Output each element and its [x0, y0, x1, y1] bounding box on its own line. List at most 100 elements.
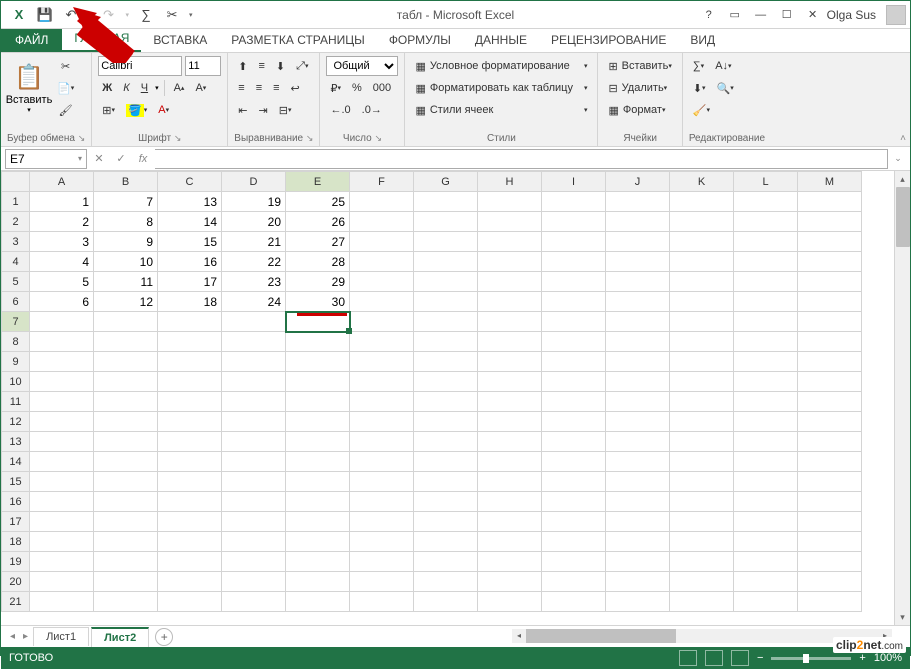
- autosum-button[interactable]: ∑ ▾: [689, 56, 708, 76]
- cell-G7[interactable]: [414, 312, 478, 332]
- col-header-H[interactable]: H: [478, 172, 542, 192]
- format-cells-button[interactable]: ▦ Формат ▾: [604, 100, 675, 120]
- cell-M6[interactable]: [798, 292, 862, 312]
- cell-F10[interactable]: [350, 372, 414, 392]
- cell-I21[interactable]: [542, 592, 606, 612]
- italic-button[interactable]: К: [119, 78, 133, 98]
- row-header-15[interactable]: 15: [2, 472, 30, 492]
- cell-H15[interactable]: [478, 472, 542, 492]
- cell-M7[interactable]: [798, 312, 862, 332]
- cell-I3[interactable]: [542, 232, 606, 252]
- number-launcher-icon[interactable]: ↘: [374, 133, 382, 143]
- cell-B4[interactable]: 10: [94, 252, 158, 272]
- scroll-up-icon[interactable]: ▴: [895, 171, 910, 187]
- row-header-10[interactable]: 10: [2, 372, 30, 392]
- cell-M12[interactable]: [798, 412, 862, 432]
- cell-E15[interactable]: [286, 472, 350, 492]
- cell-F4[interactable]: [350, 252, 414, 272]
- cell-F17[interactable]: [350, 512, 414, 532]
- cell-I4[interactable]: [542, 252, 606, 272]
- cell-I10[interactable]: [542, 372, 606, 392]
- cell-K4[interactable]: [670, 252, 734, 272]
- cell-E17[interactable]: [286, 512, 350, 532]
- cell-D20[interactable]: [222, 572, 286, 592]
- cell-L8[interactable]: [734, 332, 798, 352]
- col-header-A[interactable]: A: [30, 172, 94, 192]
- cell-K13[interactable]: [670, 432, 734, 452]
- cell-M18[interactable]: [798, 532, 862, 552]
- cell-styles-button[interactable]: ▦ Стили ячеек▾: [411, 100, 591, 120]
- cell-D18[interactable]: [222, 532, 286, 552]
- decrease-decimal-button[interactable]: .0→: [358, 100, 386, 120]
- align-middle-button[interactable]: ≡: [255, 56, 269, 76]
- tab-formulas[interactable]: ФОРМУЛЫ: [377, 28, 463, 52]
- row-header-1[interactable]: 1: [2, 192, 30, 212]
- cell-L13[interactable]: [734, 432, 798, 452]
- cell-C9[interactable]: [158, 352, 222, 372]
- user-name[interactable]: Olga Sus: [827, 8, 876, 22]
- increase-indent-button[interactable]: ⇥: [255, 100, 272, 120]
- user-avatar[interactable]: [886, 5, 906, 25]
- help-icon[interactable]: ?: [697, 5, 721, 25]
- cell-H10[interactable]: [478, 372, 542, 392]
- cell-C21[interactable]: [158, 592, 222, 612]
- cell-M4[interactable]: [798, 252, 862, 272]
- cut-button[interactable]: ✂: [53, 56, 78, 76]
- cell-B21[interactable]: [94, 592, 158, 612]
- minimize-icon[interactable]: —: [749, 5, 773, 25]
- row-header-7[interactable]: 7: [2, 312, 30, 332]
- cell-L1[interactable]: [734, 192, 798, 212]
- redo-dropdown-icon[interactable]: ▾: [123, 11, 133, 19]
- cell-C17[interactable]: [158, 512, 222, 532]
- cell-H6[interactable]: [478, 292, 542, 312]
- cell-F13[interactable]: [350, 432, 414, 452]
- cell-K21[interactable]: [670, 592, 734, 612]
- cell-L7[interactable]: [734, 312, 798, 332]
- cell-D14[interactable]: [222, 452, 286, 472]
- cell-H19[interactable]: [478, 552, 542, 572]
- cell-K15[interactable]: [670, 472, 734, 492]
- sort-filter-button[interactable]: A↓ ▾: [711, 56, 735, 76]
- row-header-3[interactable]: 3: [2, 232, 30, 252]
- maximize-icon[interactable]: ☐: [775, 5, 799, 25]
- cell-M17[interactable]: [798, 512, 862, 532]
- cell-B1[interactable]: 7: [94, 192, 158, 212]
- cell-K6[interactable]: [670, 292, 734, 312]
- cell-A21[interactable]: [30, 592, 94, 612]
- cell-D8[interactable]: [222, 332, 286, 352]
- cell-K8[interactable]: [670, 332, 734, 352]
- cell-M3[interactable]: [798, 232, 862, 252]
- row-header-9[interactable]: 9: [2, 352, 30, 372]
- cell-A16[interactable]: [30, 492, 94, 512]
- row-header-19[interactable]: 19: [2, 552, 30, 572]
- decrease-font-button[interactable]: A▾: [191, 78, 210, 98]
- row-header-14[interactable]: 14: [2, 452, 30, 472]
- tab-home[interactable]: ГЛАВНАЯ: [62, 26, 141, 52]
- cell-E20[interactable]: [286, 572, 350, 592]
- cell-G21[interactable]: [414, 592, 478, 612]
- cell-F9[interactable]: [350, 352, 414, 372]
- cell-L9[interactable]: [734, 352, 798, 372]
- view-page-layout-icon[interactable]: [705, 650, 723, 666]
- cell-H7[interactable]: [478, 312, 542, 332]
- cell-J18[interactable]: [606, 532, 670, 552]
- cell-J8[interactable]: [606, 332, 670, 352]
- cell-L11[interactable]: [734, 392, 798, 412]
- cell-K5[interactable]: [670, 272, 734, 292]
- cell-C15[interactable]: [158, 472, 222, 492]
- cell-F12[interactable]: [350, 412, 414, 432]
- enter-formula-icon[interactable]: ✓: [111, 149, 131, 169]
- cell-M21[interactable]: [798, 592, 862, 612]
- redo-icon[interactable]: ↷: [97, 4, 121, 26]
- row-header-17[interactable]: 17: [2, 512, 30, 532]
- name-box[interactable]: E7 ▾: [5, 149, 87, 169]
- cell-E9[interactable]: [286, 352, 350, 372]
- excel-icon[interactable]: X: [7, 4, 31, 26]
- scroll-down-icon[interactable]: ▾: [895, 609, 910, 625]
- cell-J5[interactable]: [606, 272, 670, 292]
- tab-data[interactable]: ДАННЫЕ: [463, 28, 539, 52]
- cell-C18[interactable]: [158, 532, 222, 552]
- cell-H2[interactable]: [478, 212, 542, 232]
- fill-color-button[interactable]: 🪣▾: [122, 100, 151, 120]
- cell-L15[interactable]: [734, 472, 798, 492]
